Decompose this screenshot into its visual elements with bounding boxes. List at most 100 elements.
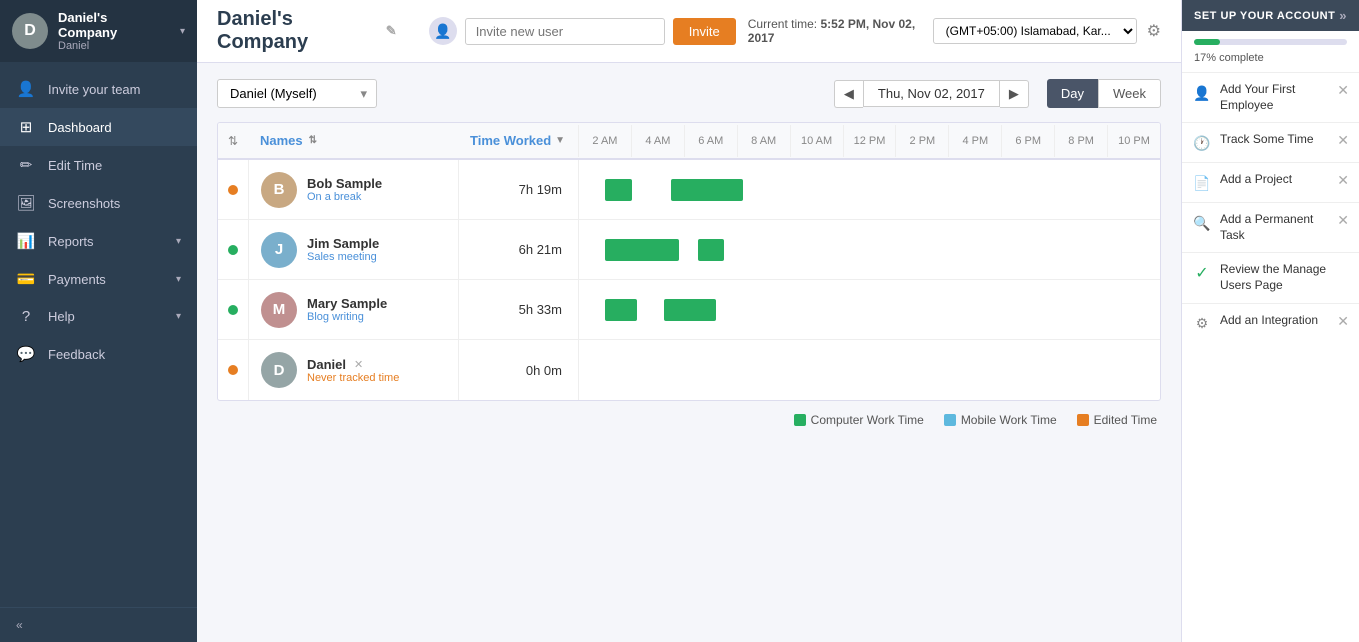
timeline-bar [605, 179, 631, 201]
feedback-icon: 💬 [16, 345, 36, 363]
sidebar-item-screenshots[interactable]: 🖼 Screenshots [0, 184, 197, 222]
setup-item-perm-task[interactable]: 🔍 Add a Permanent Task ✕ [1182, 202, 1359, 252]
setup-expand-icon[interactable]: » [1339, 8, 1347, 23]
setup-item-label: Add Your First Employee [1220, 82, 1329, 113]
setup-item-label: Add a Project [1220, 172, 1329, 188]
sidebar-arrow-icon: ▾ [176, 311, 181, 322]
sidebar-item-dashboard[interactable]: ⊞ Dashboard [0, 108, 197, 146]
sidebar-item-label: Dashboard [48, 120, 181, 135]
timeline-bar [664, 299, 717, 321]
header-name-col[interactable]: Names ⇅ [248, 123, 458, 158]
invite-avatar-placeholder: 👤 [429, 17, 457, 45]
sidebar-header[interactable]: D Daniel's Company Daniel ▾ [0, 0, 197, 62]
topbar-right: Current time: 5:52 PM, Nov 02, 2017 (GMT… [748, 17, 1161, 45]
setup-item-close-button[interactable]: ✕ [1337, 82, 1349, 99]
row-name-info: Daniel ✕ Never tracked time [307, 357, 399, 384]
sidebar-item-label: Reports [48, 234, 164, 249]
sidebar-item-feedback[interactable]: 💬 Feedback [0, 335, 197, 373]
timeline-hours: 2 AM4 AM6 AM8 AM10 AM12 PM2 PM4 PM6 PM8 … [578, 125, 1160, 157]
sidebar-item-help[interactable]: ? Help ▾ [0, 298, 197, 335]
timezone-select[interactable]: (GMT+05:00) Islamabad, Kar... [933, 18, 1137, 44]
view-toggle: Day Week [1047, 79, 1161, 108]
edit-company-icon[interactable]: ✎ [386, 23, 397, 39]
setup-item-close-button[interactable]: ✕ [1337, 172, 1349, 189]
sidebar-collapse-button[interactable]: « [0, 607, 197, 642]
setup-item-track-time[interactable]: 🕐 Track Some Time ✕ [1182, 122, 1359, 162]
setup-item-close-button[interactable]: ✕ [1337, 132, 1349, 149]
hour-label: 8 AM [737, 125, 790, 157]
hour-label: 6 AM [684, 125, 737, 157]
row-status-text: Sales meeting [307, 251, 379, 263]
controls-row: Daniel (Myself) ▾ ◀ Thu, Nov 02, 2017 ▶ … [217, 79, 1161, 108]
table-row: D Daniel ✕ Never tracked time 0h 0m [218, 340, 1160, 400]
date-next-button[interactable]: ▶ [1000, 80, 1029, 108]
hour-label: 4 PM [948, 125, 1001, 157]
header-time-col[interactable]: Time Worked ▼ [458, 123, 578, 158]
row-avatar: B [261, 172, 297, 208]
setup-item-icon: 👤 [1192, 83, 1212, 103]
row-status-indicator [218, 220, 248, 279]
hour-label: 2 AM [578, 125, 631, 157]
timeline-bar [698, 239, 724, 261]
progress-bar-fill [1194, 39, 1220, 45]
header-status-col: ⇅ [218, 123, 248, 158]
setup-item-icon: 📄 [1192, 173, 1212, 193]
sidebar-item-edittime[interactable]: ✏ Edit Time [0, 146, 197, 184]
progress-bar-wrap [1182, 31, 1359, 49]
row-name-text: Jim Sample [307, 236, 379, 251]
row-status-text: Never tracked time [307, 372, 399, 384]
day-view-button[interactable]: Day [1047, 79, 1098, 108]
row-status-indicator [218, 340, 248, 400]
sidebar-item-invite[interactable]: 👤 Invite your team [0, 70, 197, 108]
setup-item-close-button[interactable]: ✕ [1337, 313, 1349, 330]
date-navigation: ◀ Thu, Nov 02, 2017 ▶ [834, 80, 1029, 108]
sidebar-item-label: Help [48, 309, 164, 324]
remove-row-button[interactable]: ✕ [354, 358, 363, 371]
row-timeline-cell [578, 280, 1160, 339]
table-row: J Jim Sample Sales meeting 6h 21m [218, 220, 1160, 280]
sidebar-username: Daniel [58, 40, 170, 52]
setup-item-add-project[interactable]: 📄 Add a Project ✕ [1182, 162, 1359, 202]
header-timeline-col: 2 AM4 AM6 AM8 AM10 AM12 PM2 PM4 PM6 PM8 … [578, 123, 1160, 158]
legend-label: Computer Work Time [811, 413, 924, 427]
legend-color-dot [794, 414, 806, 426]
status-dot [228, 245, 238, 255]
setup-item-icon: ✓ [1192, 263, 1212, 283]
setup-item-integration[interactable]: ⚙ Add an Integration ✕ [1182, 303, 1359, 343]
legend-color-dot [1077, 414, 1089, 426]
sidebar-item-payments[interactable]: 💳 Payments ▾ [0, 260, 197, 298]
row-name-info: Jim Sample Sales meeting [307, 236, 379, 263]
row-timeline-cell [578, 220, 1160, 279]
sidebar-chevron-icon: ▾ [180, 26, 185, 37]
invite-input[interactable] [465, 18, 665, 45]
user-select-wrapper: Daniel (Myself) ▾ [217, 79, 377, 108]
reports-icon: 📊 [16, 232, 36, 250]
row-name-cell: B Bob Sample On a break [248, 160, 458, 219]
timeline-bar [671, 179, 742, 201]
hour-label: 8 PM [1054, 125, 1107, 157]
setup-item-add-employee[interactable]: 👤 Add Your First Employee ✕ [1182, 72, 1359, 122]
hour-label: 4 AM [631, 125, 684, 157]
setup-item-close-button[interactable]: ✕ [1337, 212, 1349, 229]
sidebar-item-label: Invite your team [48, 82, 181, 97]
timezone-settings-icon[interactable]: ⚙ [1147, 21, 1161, 41]
sidebar-company-name: Daniel's Company [58, 10, 170, 40]
setup-item-label: Add an Integration [1220, 313, 1329, 329]
row-name-text: Mary Sample [307, 296, 387, 311]
row-name-text: Daniel [307, 357, 346, 372]
row-name-cell: J Jim Sample Sales meeting [248, 220, 458, 279]
time-sort-icon: ▼ [555, 135, 565, 146]
status-dot [228, 305, 238, 315]
progress-bar-background [1194, 39, 1347, 45]
week-view-button[interactable]: Week [1098, 79, 1161, 108]
row-name-info: Mary Sample Blog writing [307, 296, 387, 323]
setup-item-review-users[interactable]: ✓ Review the Manage Users Page [1182, 252, 1359, 302]
row-name-cell: D Daniel ✕ Never tracked time [248, 340, 458, 400]
invite-section: 👤 Invite [429, 17, 736, 45]
invite-button[interactable]: Invite [673, 18, 736, 45]
date-prev-button[interactable]: ◀ [834, 80, 863, 108]
sidebar-item-reports[interactable]: 📊 Reports ▾ [0, 222, 197, 260]
user-select[interactable]: Daniel (Myself) [217, 79, 377, 108]
sort-icon[interactable]: ⇅ [218, 123, 248, 158]
row-time-cell: 7h 19m [458, 160, 578, 219]
